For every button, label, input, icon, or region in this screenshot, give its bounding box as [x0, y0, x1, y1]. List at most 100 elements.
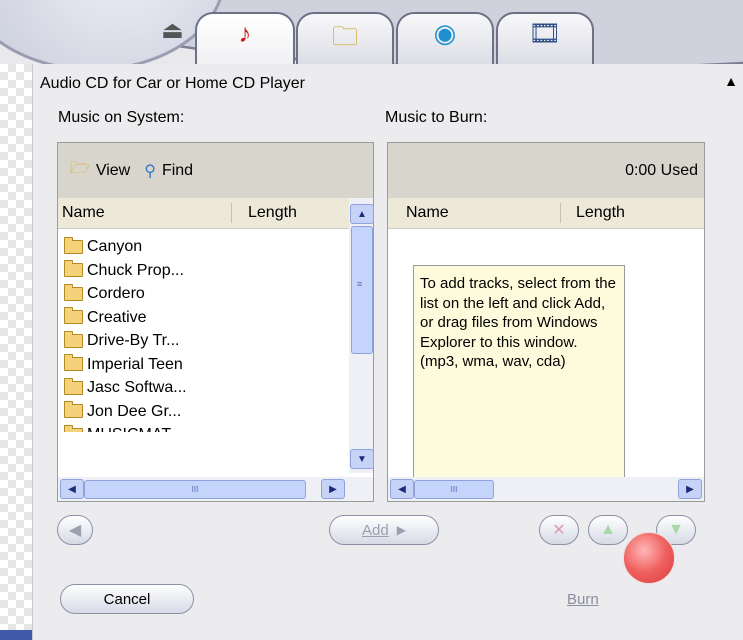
list-item-label: Canyon — [87, 238, 143, 255]
scroll-right-icon: ▶ — [329, 483, 337, 495]
scroll-up-icon: ▲ — [357, 208, 367, 220]
tab-audio[interactable]: ♪ — [195, 12, 295, 64]
system-list-items: Canyon Chuck Prop... Cordero Creative Dr… — [64, 235, 187, 432]
search-icon: ⚲ — [144, 162, 156, 180]
cancel-label: Cancel — [103, 590, 151, 608]
folder-icon — [64, 401, 83, 419]
add-tracks-hint: To add tracks, select from the list on t… — [413, 265, 625, 480]
grip-icon: III — [191, 485, 199, 494]
burn-music-list[interactable]: 0:00 Used Name Length To add tracks, sel… — [387, 142, 705, 502]
collapse-icon[interactable]: ▲ — [724, 73, 738, 89]
open-folder-icon: 🗁 — [70, 160, 90, 177]
burn-button[interactable] — [623, 532, 675, 584]
tab-data[interactable]: 🗀 — [296, 12, 394, 64]
remove-button[interactable]: ✕ — [539, 515, 579, 545]
list-item[interactable]: Cordero — [64, 282, 187, 306]
column-separator[interactable] — [231, 203, 232, 223]
move-up-button[interactable]: ▲ — [588, 515, 628, 545]
list-item[interactable]: Jasc Softwa... — [64, 376, 187, 400]
system-music-list[interactable]: 🗁 View ⚲ Find Name Length Canyon Chuck P… — [57, 142, 374, 502]
scroll-right-icon: ▶ — [686, 483, 694, 495]
burn-text: Burn — [567, 591, 599, 608]
scroll-down-icon: ▼ — [357, 453, 367, 465]
up-arrow-icon: ▲ — [600, 521, 616, 538]
list-item-label: Creative — [87, 308, 147, 326]
list-item[interactable]: Chuck Prop... — [64, 259, 187, 283]
scroll-left-button[interactable]: ◀ — [390, 479, 414, 499]
film-icon: 🎞 — [528, 18, 562, 48]
view-button[interactable]: 🗁 View — [70, 157, 130, 184]
scroll-down-button[interactable]: ▼ — [350, 449, 374, 469]
burn-list-header: Name Length — [388, 198, 704, 229]
window-edge — [0, 630, 32, 640]
scroll-up-button[interactable]: ▲ — [350, 204, 374, 224]
list-item-label: Jasc Softwa... — [87, 379, 187, 396]
add-button[interactable]: Add ▶ — [329, 515, 439, 545]
scroll-left-icon: ◀ — [398, 483, 406, 495]
scroll-left-button[interactable]: ◀ — [60, 479, 84, 499]
eject-button[interactable]: ⏏ — [145, 12, 200, 64]
folder-icon — [64, 354, 83, 372]
list-item[interactable]: Jon Dee Gr... — [64, 400, 187, 424]
system-list-header: Name Length — [58, 198, 373, 229]
top-tab-bar: ⏏ ♪ 🗀 ◉ 🎞 — [0, 0, 743, 64]
cancel-button[interactable]: Cancel — [60, 584, 194, 614]
column-length[interactable]: Length — [248, 204, 297, 222]
panel-title: Audio CD for Car or Home CD Player — [40, 75, 305, 92]
tab-copy-disc[interactable]: ◉ — [396, 12, 494, 64]
eject-icon: ⏏ — [161, 17, 184, 44]
system-list-toolbar: 🗁 View ⚲ Find — [58, 143, 373, 199]
horizontal-scrollbar[interactable]: ◀ III ▶ — [388, 477, 704, 501]
audio-cd-panel: Audio CD for Car or Home CD Player ▲ Mus… — [32, 64, 743, 640]
used-time: 0:00 Used — [625, 161, 698, 179]
list-item-label: Chuck Prop... — [87, 261, 184, 279]
list-item[interactable]: Creative — [64, 306, 187, 330]
list-item[interactable]: Imperial Teen — [64, 353, 187, 377]
grip-icon: ≡ — [357, 279, 363, 289]
down-arrow-icon: ▼ — [668, 521, 684, 538]
scroll-right-button[interactable]: ▶ — [678, 479, 702, 499]
folder-icon — [64, 425, 83, 432]
music-to-burn-label: Music to Burn: — [385, 109, 488, 126]
find-button[interactable]: ⚲ Find — [144, 161, 193, 181]
horizontal-scroll-thumb[interactable]: III — [414, 480, 494, 499]
list-item[interactable]: MUSICMAT... — [64, 423, 187, 432]
column-name[interactable]: Name — [62, 204, 105, 222]
music-note-icon: ♪ — [238, 18, 252, 48]
remove-icon: ✕ — [552, 522, 566, 539]
back-icon: ◀ — [68, 522, 82, 539]
tab-video[interactable]: 🎞 — [496, 12, 594, 64]
list-item-label: Imperial Teen — [87, 355, 183, 373]
column-separator[interactable] — [560, 203, 561, 223]
list-item-label: Drive-By Tr... — [87, 332, 180, 349]
horizontal-scrollbar[interactable]: ◀ III ▶ — [58, 477, 373, 501]
burn-label: Burn — [567, 591, 599, 608]
folder-icon — [64, 283, 83, 301]
horizontal-scroll-thumb[interactable]: III — [84, 480, 306, 499]
scroll-right-button[interactable]: ▶ — [321, 479, 345, 499]
add-arrow-icon: ▶ — [396, 523, 406, 537]
folder-icon — [64, 307, 83, 325]
disc-icon: ◉ — [433, 18, 457, 48]
list-item-label: MUSICMAT... — [87, 423, 183, 432]
add-label: Add — [362, 521, 389, 539]
folder-icon — [64, 330, 83, 348]
list-item-label: Cordero — [87, 285, 145, 302]
folder-icon: 🗀 — [331, 21, 358, 51]
view-label: View — [95, 161, 131, 179]
grip-icon: III — [450, 485, 458, 494]
scroll-left-icon: ◀ — [68, 483, 76, 495]
vertical-scrollbar[interactable]: ▲ ≡ ▼ — [349, 198, 374, 473]
list-item[interactable]: Canyon — [64, 235, 187, 259]
vertical-scroll-thumb[interactable]: ≡ — [351, 226, 373, 354]
column-length[interactable]: Length — [576, 204, 625, 222]
folder-icon — [64, 260, 83, 278]
list-item[interactable]: Drive-By Tr... — [64, 329, 187, 353]
folder-icon — [64, 377, 83, 395]
column-name[interactable]: Name — [406, 204, 449, 222]
back-button[interactable]: ◀ — [57, 515, 93, 545]
burn-list-toolbar: 0:00 Used — [388, 143, 704, 199]
music-on-system-label: Music on System: — [58, 109, 185, 126]
folder-icon — [64, 236, 83, 254]
find-label: Find — [161, 161, 194, 179]
